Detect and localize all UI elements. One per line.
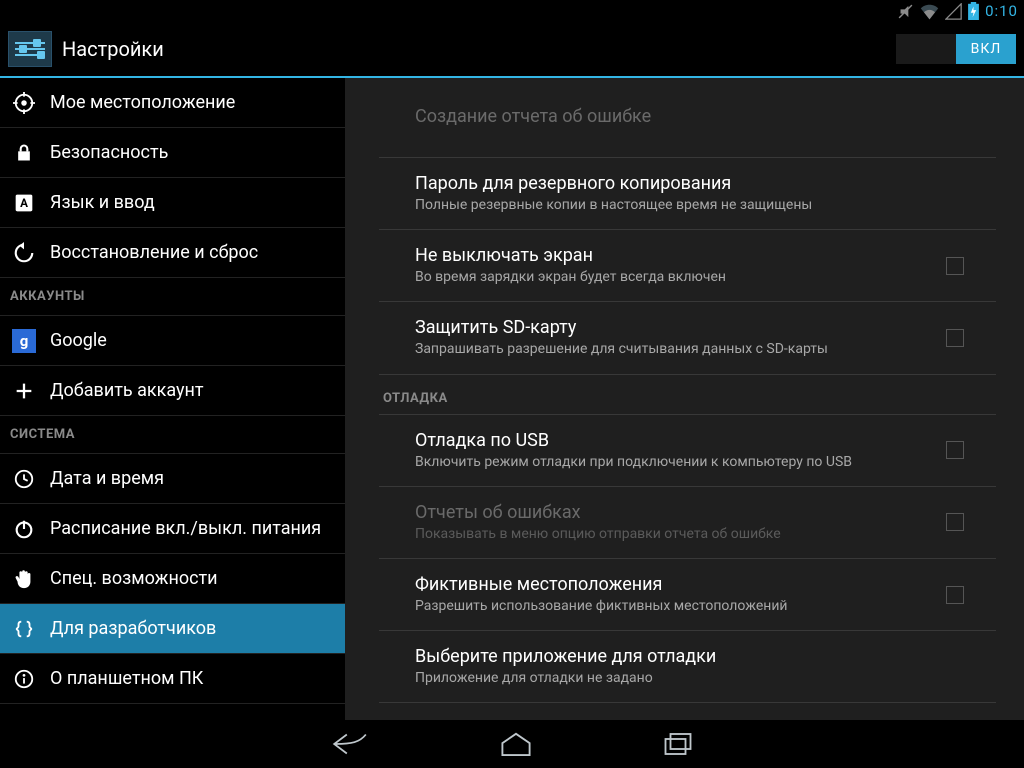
sidebar-item-developer-options[interactable]: Для разработчиков	[0, 604, 345, 654]
sidebar-item-about-tablet[interactable]: О планшетном ПК	[0, 654, 345, 704]
home-button[interactable]	[499, 731, 533, 757]
toggle-on-label: ВКЛ	[956, 34, 1016, 64]
lock-icon	[12, 141, 36, 165]
google-icon: g	[12, 329, 36, 353]
svg-text:A: A	[20, 196, 28, 210]
settings-app-icon	[8, 31, 52, 67]
sidebar-item-label: Добавить аккаунт	[50, 380, 204, 401]
mute-icon	[897, 3, 914, 20]
navigation-bar	[0, 720, 1024, 768]
pref-title: Выберите приложение для отладки	[415, 646, 914, 667]
pref-protect-sd[interactable]: Защитить SD-карту Запрашивать разрешение…	[379, 302, 996, 374]
section-header-debug: ОТЛАДКА	[379, 375, 996, 415]
sidebar-item-location[interactable]: Мое местоположение	[0, 78, 345, 128]
pref-usb-debugging[interactable]: Отладка по USB Включить режим отладки пр…	[379, 415, 996, 487]
power-icon	[12, 517, 36, 541]
detail-pane[interactable]: Создание отчета об ошибке Пароль для рез…	[345, 78, 1024, 720]
sidebar-section-system: СИСТЕМА	[0, 416, 345, 454]
sidebar-item-label: Безопасность	[50, 142, 168, 163]
sidebar-item-date-time[interactable]: Дата и время	[0, 454, 345, 504]
sidebar-item-label: Расписание вкл./выкл. питания	[50, 518, 321, 539]
sidebar-item-backup-reset[interactable]: Восстановление и сброс	[0, 228, 345, 278]
pref-title: Отладка по USB	[415, 430, 914, 451]
checkbox	[946, 513, 964, 531]
pref-title: Создание отчета об ошибке	[415, 106, 914, 127]
battery-charging-icon	[968, 2, 979, 20]
pref-backup-password[interactable]: Пароль для резервного копирования Полные…	[379, 158, 996, 230]
sidebar-section-accounts: АККАУНТЫ	[0, 278, 345, 316]
sidebar-item-label: Google	[50, 330, 107, 351]
hand-icon	[12, 567, 36, 591]
sidebar-item-power-schedule[interactable]: Расписание вкл./выкл. питания	[0, 504, 345, 554]
pref-bug-report-shortcut: Отчеты об ошибках Показывать в меню опци…	[379, 487, 996, 559]
sidebar-item-accessibility[interactable]: Спец. возможности	[0, 554, 345, 604]
plus-icon	[12, 379, 36, 403]
action-bar: Настройки ВКЛ	[0, 22, 1024, 78]
developer-options-toggle[interactable]: ВКЛ	[896, 34, 1016, 64]
pref-summary: Показывать в меню опцию отправки отчета …	[415, 525, 914, 543]
settings-sidebar: Мое местоположение Безопасность A Язык и…	[0, 78, 345, 720]
sidebar-item-google-account[interactable]: g Google	[0, 316, 345, 366]
pref-bug-report: Создание отчета об ошибке	[379, 78, 996, 158]
sidebar-item-label: О планшетном ПК	[50, 668, 203, 689]
restore-icon	[12, 241, 36, 265]
checkbox[interactable]	[946, 441, 964, 459]
sidebar-item-label: Мое местоположение	[50, 92, 235, 113]
back-button[interactable]	[331, 731, 369, 757]
pref-select-debug-app[interactable]: Выберите приложение для отладки Приложен…	[379, 631, 996, 703]
sidebar-item-label: Дата и время	[50, 468, 164, 489]
pref-title: Отчеты об ошибках	[415, 502, 914, 523]
pref-stay-awake[interactable]: Не выключать экран Во время зарядки экра…	[379, 230, 996, 302]
sidebar-item-label: Для разработчиков	[50, 618, 216, 639]
pref-mock-locations[interactable]: Фиктивные местоположения Разрешить испол…	[379, 559, 996, 631]
sidebar-item-language[interactable]: A Язык и ввод	[0, 178, 345, 228]
pref-wait-for-debugger: Подождите, пока подключится отладчик При…	[379, 703, 996, 720]
checkbox[interactable]	[946, 257, 964, 275]
status-bar: 0:10	[0, 0, 1024, 22]
info-icon	[12, 667, 36, 691]
pref-summary: Во время зарядки экран будет всегда вклю…	[415, 268, 914, 286]
page-title: Настройки	[62, 37, 164, 61]
language-icon: A	[12, 191, 36, 215]
pref-summary: Запрашивать разрешение для считывания да…	[415, 340, 914, 358]
checkbox[interactable]	[946, 586, 964, 604]
signal-icon	[945, 3, 962, 20]
wifi-icon	[920, 3, 939, 20]
recents-button[interactable]	[663, 731, 693, 757]
braces-icon	[12, 617, 36, 641]
clock-icon	[12, 467, 36, 491]
sidebar-item-security[interactable]: Безопасность	[0, 128, 345, 178]
pref-title: Не выключать экран	[415, 245, 914, 266]
location-icon	[12, 91, 36, 115]
checkbox[interactable]	[946, 329, 964, 347]
status-clock: 0:10	[985, 2, 1018, 20]
sidebar-item-label: Язык и ввод	[50, 192, 155, 213]
pref-title: Фиктивные местоположения	[415, 574, 914, 595]
sidebar-item-label: Спец. возможности	[50, 568, 218, 589]
pref-summary: Приложение для отладки не задано	[415, 669, 914, 687]
pref-title: Защитить SD-карту	[415, 317, 914, 338]
pref-title: Пароль для резервного копирования	[415, 173, 914, 194]
pref-summary: Включить режим отладки при подключении к…	[415, 453, 914, 471]
pref-title: Подождите, пока подключится отладчик	[415, 718, 914, 720]
sidebar-item-add-account[interactable]: Добавить аккаунт	[0, 366, 345, 416]
pref-summary: Полные резервные копии в настоящее время…	[415, 196, 914, 214]
sidebar-item-label: Восстановление и сброс	[50, 242, 258, 263]
pref-summary: Разрешить использование фиктивных местоп…	[415, 597, 914, 615]
